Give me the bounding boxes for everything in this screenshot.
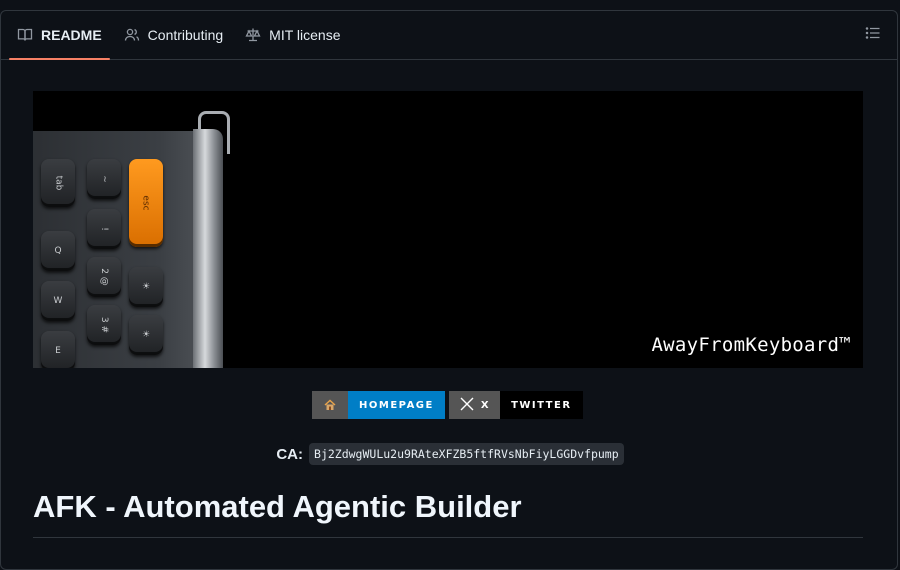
ca-label: CA: <box>276 445 304 463</box>
book-icon <box>17 27 33 43</box>
homepage-badge-label: HOMEPAGE <box>348 391 445 419</box>
list-unordered-icon <box>865 25 881 46</box>
tab-label: Contributing <box>147 27 224 43</box>
project-banner-image: tab ~ esc Q ! 2 @ ☀ W 3 # ☀ E AwayFromKe… <box>33 91 863 368</box>
outline-button[interactable] <box>863 25 883 45</box>
contract-address: CA: Bj2ZdwgWULu2u9RAteXFZB5ftfRVsNbFiyLG… <box>1 443 899 465</box>
tab-license[interactable]: MIT license <box>237 11 348 59</box>
key-q: Q <box>41 231 75 271</box>
banner-wordmark: AwayFromKeyboard™ <box>651 334 851 356</box>
key-esc: esc <box>129 159 163 247</box>
twitter-badge-x-label: X <box>480 399 491 411</box>
key-tab: tab <box>41 159 75 207</box>
keyboard-rail <box>193 129 223 368</box>
ca-address-code[interactable]: Bj2ZdwgWULu2u9RAteXFZB5ftfRVsNbFiyLGGDvf… <box>309 443 624 465</box>
tab-label: README <box>41 27 102 43</box>
key-3: 3 # <box>87 305 121 345</box>
law-scale-icon <box>245 27 261 43</box>
key-w: W <box>41 281 75 321</box>
x-logo-icon <box>459 396 475 415</box>
readme-panel: README Contributing MIT license tab ~ es… <box>0 10 898 570</box>
tab-label: MIT license <box>269 27 341 43</box>
tab-contributing[interactable]: Contributing <box>116 11 232 59</box>
tab-readme[interactable]: README <box>9 11 110 60</box>
key-1: ! <box>87 209 121 249</box>
badge-row: HOMEPAGE X TWITTER <box>312 391 587 419</box>
heading-divider <box>33 537 863 538</box>
twitter-badge[interactable]: X TWITTER <box>448 391 583 419</box>
key-e: E <box>41 331 75 368</box>
people-icon <box>124 27 140 43</box>
twitter-badge-label: TWITTER <box>500 391 583 419</box>
twitter-badge-left: X <box>448 391 501 419</box>
key-2: 2 @ <box>87 257 121 297</box>
house-emoji-icon <box>312 391 348 419</box>
readme-tabbar: README Contributing MIT license <box>1 11 897 60</box>
key-brightness-down: ☀ <box>129 267 163 307</box>
page-title: AFK - Automated Agentic Builder <box>33 489 522 524</box>
homepage-badge[interactable]: HOMEPAGE <box>312 391 445 419</box>
key-tilde: ~ <box>87 159 121 199</box>
key-brightness-up: ☀ <box>129 315 163 355</box>
